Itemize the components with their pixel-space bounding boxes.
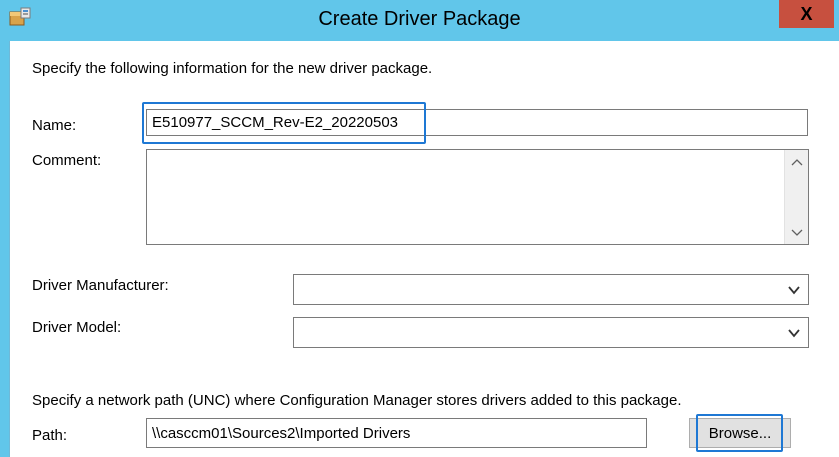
name-input[interactable] xyxy=(146,109,808,136)
name-label: Name: xyxy=(32,117,77,134)
scroll-down-button[interactable] xyxy=(785,222,808,244)
comment-input[interactable] xyxy=(147,150,784,244)
chevron-down-icon xyxy=(791,229,802,236)
driver-manufacturer-dropdown[interactable] xyxy=(293,274,809,305)
driver-model-label: Driver Model: xyxy=(32,319,122,336)
close-button[interactable]: X xyxy=(779,0,834,28)
intro-text: Specify the following information for th… xyxy=(32,60,433,77)
chevron-down-icon xyxy=(788,286,800,295)
browse-button[interactable]: Browse... xyxy=(689,418,791,448)
title-bar[interactable]: Create Driver Package X xyxy=(0,0,839,41)
driver-model-dropdown[interactable] xyxy=(293,317,809,348)
comment-box xyxy=(146,149,809,245)
comment-scrollbar[interactable] xyxy=(784,150,808,244)
path-intro-text: Specify a network path (UNC) where Confi… xyxy=(32,392,682,409)
dialog-body: Specify the following information for th… xyxy=(9,41,839,457)
close-icon: X xyxy=(800,4,813,24)
scroll-up-button[interactable] xyxy=(785,151,808,173)
path-label: Path: xyxy=(32,427,68,444)
window-title: Create Driver Package xyxy=(318,8,521,30)
driver-manufacturer-label: Driver Manufacturer: xyxy=(32,277,169,294)
chevron-down-icon xyxy=(788,329,800,338)
path-input[interactable] xyxy=(146,418,647,448)
comment-label: Comment: xyxy=(32,152,102,169)
create-driver-package-dialog: Create Driver Package X Specify the foll… xyxy=(0,0,839,457)
chevron-up-icon xyxy=(791,159,802,166)
